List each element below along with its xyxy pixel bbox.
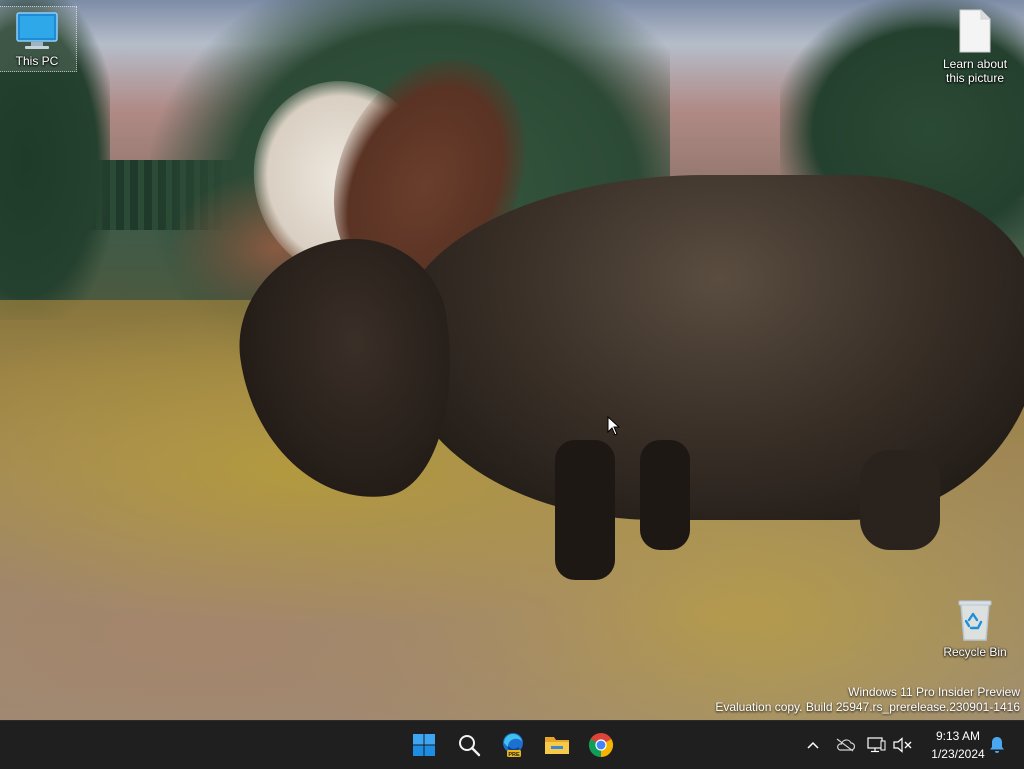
windows-evaluation-watermark: Windows 11 Pro Insider Preview Evaluatio… [715,685,1020,715]
desktop-icon-this-pc[interactable]: This PC [0,6,77,72]
desktop-icon-learn-about-picture[interactable]: Learn about this picture [933,8,1017,85]
document-icon [959,9,991,53]
edge-beta-icon: PRE [503,733,523,758]
mouse-pointer-icon [607,416,621,436]
desktop-icon-label: Recycle Bin [943,645,1007,659]
desktop-icon-label: Learn about this picture [942,57,1008,85]
network-icon [867,737,886,753]
wallpaper-moose-leg [555,440,615,580]
folder-icon [545,737,569,754]
bell-icon [990,737,1004,753]
desktop-icon-recycle-bin[interactable]: Recycle Bin [933,598,1017,659]
chevron-up-icon [807,741,819,749]
wallpaper-moose-leg [860,450,940,550]
chrome-icon [588,733,614,757]
watermark-line: Windows 11 Pro Insider Preview [848,685,1020,699]
wallpaper-moose-leg [640,440,690,550]
edge-beta-button[interactable]: PRE [495,727,531,763]
search-button[interactable] [451,727,487,763]
taskbar: PRE 9:13 AM 1/23/2024 [0,720,1024,769]
search-icon [459,735,481,757]
monitor-icon [16,12,58,49]
recycle-bin-icon [958,600,992,641]
cloud-offline-icon [836,738,855,752]
notifications-button[interactable] [986,721,1008,769]
volume-button[interactable] [890,721,914,769]
desktop-icon-label: This PC [15,54,59,68]
network-button[interactable] [864,721,888,769]
volume-muted-icon [893,737,912,753]
onedrive-button[interactable] [832,721,858,769]
chrome-button[interactable] [583,727,619,763]
start-button[interactable] [406,727,442,763]
file-explorer-button[interactable] [539,727,575,763]
desktop-wallpaper[interactable]: This PC Learn about this picture Recycle… [0,0,1024,720]
show-hidden-icons-button[interactable] [802,721,824,769]
watermark-line: Evaluation copy. Build 25947.rs_prerelea… [715,700,1020,714]
windows-logo-icon [413,734,435,756]
svg-text:PRE: PRE [508,752,520,758]
